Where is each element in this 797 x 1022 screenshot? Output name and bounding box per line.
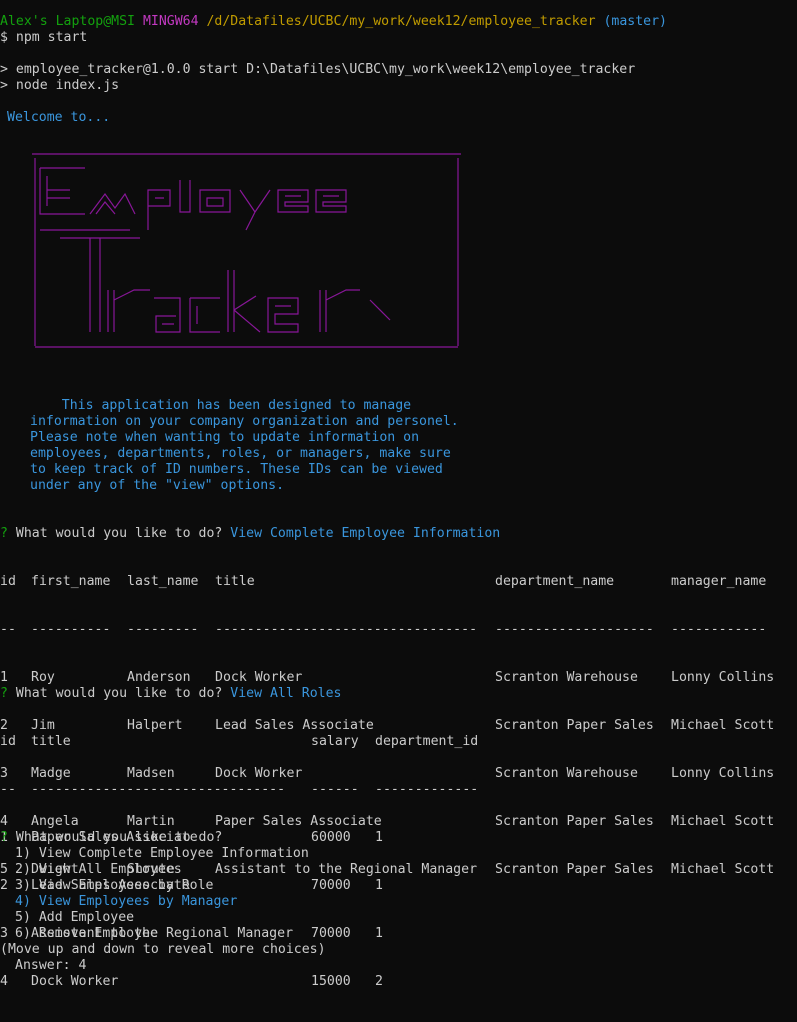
- banner-art: [32, 153, 461, 348]
- table-cell: 1: [0, 670, 8, 685]
- question-mark-icon: ?: [0, 526, 8, 541]
- col-department-name: department_name -------------------- Scr…: [495, 542, 654, 910]
- question-text: What would you like to do?: [15, 686, 223, 701]
- query3-prompt: ? What would you like to do?: [0, 830, 222, 846]
- question-mark-icon: ?: [0, 686, 8, 701]
- prompt-symbol: $: [0, 30, 8, 45]
- shell-prompt: Alex's Laptop@MSI MINGW64 /d/Datafiles/U…: [0, 14, 667, 30]
- command-line[interactable]: $ npm start: [0, 30, 87, 46]
- prompt-branch: (master): [603, 14, 667, 29]
- table-cell: Scranton Paper Sales: [495, 718, 654, 733]
- table-cell: Lonny Collins: [671, 670, 775, 685]
- description-line-6: under any of the "view" options.: [30, 478, 285, 493]
- query1-prompt: ? What would you like to do? View Comple…: [0, 526, 500, 542]
- header-department-id: department_id: [375, 734, 479, 749]
- description-line-5: to keep track of ID numbers. These IDs c…: [30, 462, 443, 477]
- menu-option-2[interactable]: 2) View All Employees: [15, 862, 182, 878]
- question-text: What would you like to do?: [15, 830, 223, 845]
- divider-manager-name: ------------: [671, 622, 767, 637]
- table-cell: 1: [375, 926, 383, 941]
- menu-option-6[interactable]: 6) Remove Employee: [15, 926, 158, 942]
- menu-option-5[interactable]: 5) Add Employee: [15, 910, 134, 926]
- npm-output-line-2: > node index.js: [0, 78, 120, 93]
- prompt-user-host: Alex's Laptop@MSI: [0, 14, 135, 29]
- table-cell: Michael Scott: [671, 718, 775, 733]
- divider-salary: ------: [311, 782, 359, 797]
- table-cell: Scranton Paper Sales: [495, 862, 654, 877]
- table-cell: 1: [375, 830, 383, 845]
- description-line-3: Please note when wanting to update infor…: [30, 430, 420, 445]
- table-cell: Dock Worker: [31, 974, 119, 989]
- divider-title: ---------------------------------: [215, 622, 478, 637]
- divider-department-name: --------------------: [495, 622, 654, 637]
- table-cell: Dock Worker: [215, 670, 303, 685]
- table-cell: 1: [375, 878, 383, 893]
- table-cell: Lonny Collins: [671, 766, 775, 781]
- header-last-name: last_name: [127, 574, 199, 589]
- divider-first-name: ----------: [31, 622, 111, 637]
- table-cell: Roy: [31, 670, 55, 685]
- header-salary: salary: [311, 734, 359, 749]
- menu-option-3[interactable]: 3) View Employees by Role: [15, 878, 214, 894]
- query1-answer: View Complete Employee Information: [230, 526, 501, 541]
- header-title: title: [215, 574, 255, 589]
- employee-tracker-banner: [30, 150, 463, 350]
- question-mark-icon: ?: [0, 830, 8, 845]
- answer-value: 4: [78, 958, 87, 973]
- col-department-id: department_id ------------- 1 1 1 2: [375, 702, 478, 1022]
- query2-answer: View All Roles: [230, 686, 342, 701]
- header-id: id: [0, 574, 16, 589]
- divider-id: --: [0, 622, 16, 637]
- table-cell: 4: [0, 974, 8, 989]
- table-cell: Anderson: [127, 670, 191, 685]
- table-cell: 60000: [311, 830, 351, 845]
- description-line-2: information on your company organization…: [30, 414, 459, 429]
- npm-output-line-1: > employee_tracker@1.0.0 start D:\Datafi…: [0, 62, 636, 77]
- prompt-shell: MINGW64: [142, 14, 199, 29]
- divider-role-title: --------------------------------: [31, 782, 286, 797]
- header-role-id: id: [0, 734, 16, 749]
- description-line-1: This application has been designed to ma…: [30, 398, 412, 413]
- divider-last-name: ---------: [127, 622, 199, 637]
- menu-hint: (Move up and down to reveal more choices…: [0, 942, 326, 957]
- divider-department-id: -------------: [375, 782, 479, 797]
- table-cell: Scranton Paper Sales: [495, 814, 654, 829]
- header-department-name: department_name: [495, 574, 615, 589]
- table-cell: 70000: [311, 926, 351, 941]
- table-cell: 70000: [311, 878, 351, 893]
- table-cell: Scranton Warehouse: [495, 670, 638, 685]
- answer-line[interactable]: Answer: 4: [15, 958, 86, 974]
- welcome-text: Welcome to...: [7, 110, 111, 125]
- header-manager-name: manager_name: [671, 574, 767, 589]
- col-salary: salary ------ 60000 70000 70000 15000: [311, 702, 359, 1022]
- menu-option-4-selected[interactable]: 4) View Employees by Manager: [15, 894, 237, 910]
- description-line-4: employees, departments, roles, or manage…: [30, 446, 451, 461]
- divider-role-id: --: [0, 782, 16, 797]
- command-text: npm start: [15, 30, 88, 45]
- menu-option-1[interactable]: 1) View Complete Employee Information: [15, 846, 309, 862]
- answer-label: Answer:: [15, 958, 71, 973]
- header-role-title: title: [31, 734, 71, 749]
- table-cell: Michael Scott: [671, 862, 775, 877]
- table-cell: 15000: [311, 974, 351, 989]
- table-cell: Scranton Warehouse: [495, 766, 638, 781]
- header-first-name: first_name: [31, 574, 111, 589]
- query2-prompt: ? What would you like to do? View All Ro…: [0, 686, 341, 702]
- question-text: What would you like to do?: [15, 526, 223, 541]
- table-cell: Michael Scott: [671, 814, 775, 829]
- table-cell: 2: [375, 974, 383, 989]
- col-manager-name: manager_name ------------ Lonny Collins …: [671, 542, 774, 910]
- prompt-path: /d/Datafiles/UCBC/my_work/week12/employe…: [206, 14, 596, 29]
